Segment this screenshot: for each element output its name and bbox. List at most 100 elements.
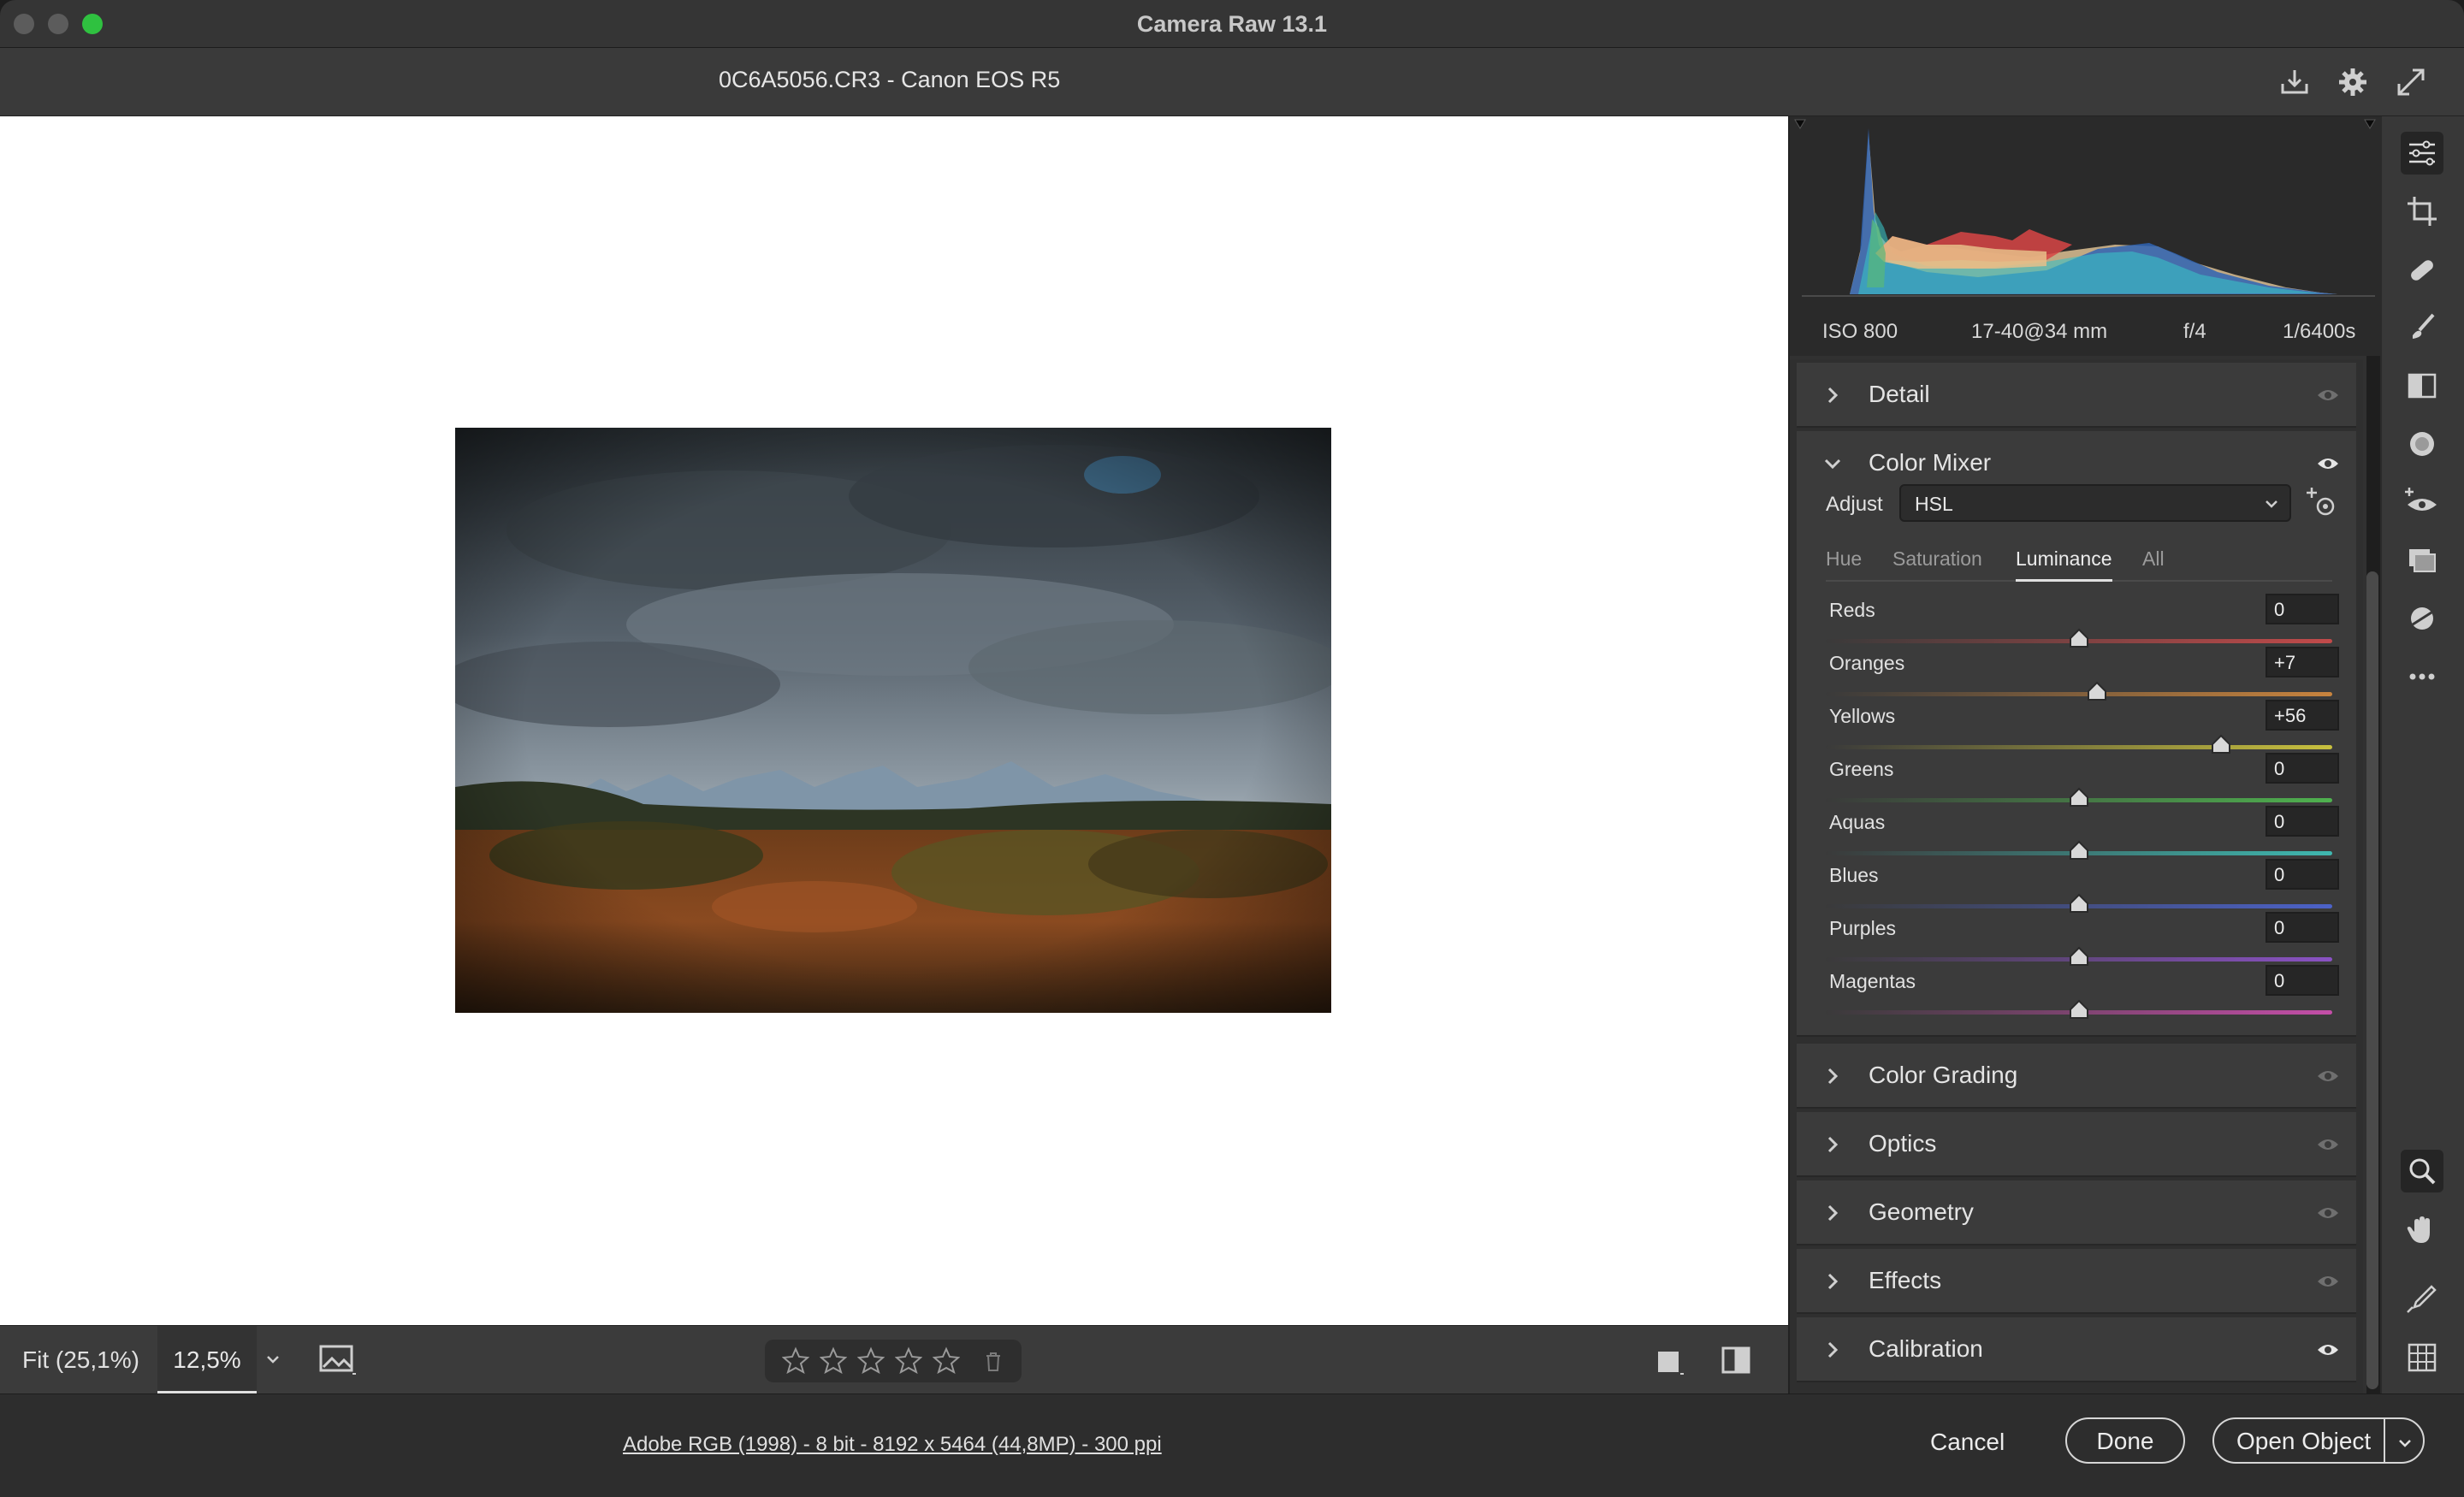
- color-grading-section-header[interactable]: Color Grading: [1797, 1044, 2356, 1109]
- color-mixer-section: Color Mixer Adjust HSL Hue Saturation Lu…: [1797, 431, 2356, 1037]
- done-button[interactable]: Done: [2065, 1417, 2185, 1464]
- chevron-right-icon: [1822, 385, 1843, 405]
- brush-icon[interactable]: [2401, 306, 2443, 349]
- slider-thumb[interactable]: [2068, 946, 2090, 967]
- tab-all[interactable]: All: [2142, 547, 2165, 571]
- slider-thumb[interactable]: [2068, 787, 2090, 808]
- star-icon[interactable]: [781, 1346, 810, 1375]
- photo-preview[interactable]: [455, 428, 1331, 1013]
- star-icon[interactable]: [932, 1346, 961, 1375]
- radial-filter-icon[interactable]: [2401, 423, 2443, 465]
- more-icon[interactable]: [2401, 655, 2443, 698]
- slider-value-field[interactable]: 0: [2266, 594, 2339, 624]
- detail-section-header[interactable]: Detail: [1797, 363, 2356, 428]
- slider-value-field[interactable]: +56: [2266, 700, 2339, 731]
- tab-luminance[interactable]: Luminance: [2016, 547, 2112, 582]
- eye-icon[interactable]: [2315, 1064, 2341, 1088]
- eye-icon[interactable]: [2315, 1133, 2341, 1157]
- slider-thumb[interactable]: [2086, 681, 2108, 701]
- slider-thumb[interactable]: [2210, 734, 2232, 754]
- aperture-value: f/4: [2183, 320, 2206, 343]
- slider-track[interactable]: [1826, 692, 2332, 696]
- window-title: Camera Raw 13.1: [1136, 11, 1328, 37]
- slider-thumb[interactable]: [2068, 893, 2090, 914]
- slider-value-field[interactable]: +7: [2266, 647, 2339, 677]
- slider-value-field[interactable]: 0: [2266, 965, 2339, 996]
- eye-icon[interactable]: [2315, 383, 2341, 407]
- slider-thumb[interactable]: [2068, 628, 2090, 648]
- tab-saturation[interactable]: Saturation: [1892, 547, 1982, 571]
- slider-label: Reds: [1829, 599, 1875, 621]
- slider-label: Blues: [1829, 864, 1879, 886]
- zoom-dropdown-icon[interactable]: [260, 1346, 286, 1372]
- eye-icon[interactable]: [2315, 452, 2341, 476]
- footer-bar: Adobe RGB (1998) - 8 bit - 8192 x 5464 (…: [0, 1393, 2464, 1497]
- fullscreen-icon[interactable]: [2392, 63, 2430, 101]
- star-icon[interactable]: [856, 1346, 886, 1375]
- hand-icon[interactable]: [2401, 1208, 2443, 1251]
- section-label: Calibration: [1869, 1335, 1983, 1362]
- slider-value-field[interactable]: 0: [2266, 859, 2339, 890]
- slider-label: Yellows: [1829, 705, 1896, 727]
- eye-icon[interactable]: [2315, 1201, 2341, 1225]
- canvas-toolbar: Fit (25,1%) 12,5%: [0, 1325, 1788, 1394]
- chevron-right-icon: [1822, 1340, 1843, 1360]
- slider-value-field[interactable]: 0: [2266, 912, 2339, 943]
- eye-icon[interactable]: [2315, 1338, 2341, 1362]
- panel-list: Detail Color Mixer Adjust HSL Hue Satura…: [1790, 359, 2363, 1393]
- healing-icon[interactable]: [2401, 248, 2443, 291]
- presets-icon[interactable]: [2401, 597, 2443, 640]
- adjust-select-value: HSL: [1915, 493, 1953, 515]
- panel-scrollbar[interactable]: [2366, 571, 2378, 1389]
- effects-section-header[interactable]: Effects: [1797, 1249, 2356, 1314]
- crop-icon[interactable]: [2401, 190, 2443, 233]
- slider-value-field[interactable]: 0: [2266, 753, 2339, 784]
- button-divider: [2384, 1419, 2385, 1462]
- open-object-label: Open Object: [2236, 1428, 2372, 1454]
- cancel-button[interactable]: Cancel: [1930, 1429, 2005, 1456]
- exif-info: ISO 800 17-40@34 mm f/4 1/6400s: [1790, 311, 2384, 356]
- slider-label: Magentas: [1829, 970, 1916, 992]
- slider-purples: Purples 0: [1822, 912, 2339, 970]
- preview-toggle-icon[interactable]: [318, 1343, 358, 1377]
- red-eye-icon[interactable]: [2401, 481, 2443, 524]
- workflow-options-link[interactable]: Adobe RGB (1998) - 8 bit - 8192 x 5464 (…: [623, 1433, 1162, 1457]
- trash-icon[interactable]: [980, 1348, 1006, 1374]
- save-icon[interactable]: [2276, 63, 2313, 101]
- snapshots-icon[interactable]: [2401, 539, 2443, 582]
- gear-icon[interactable]: [2334, 63, 2372, 101]
- calibration-section-header[interactable]: Calibration: [1797, 1317, 2356, 1382]
- open-object-button[interactable]: Open Object: [2212, 1417, 2425, 1464]
- star-icon[interactable]: [819, 1346, 848, 1375]
- eye-icon[interactable]: [2315, 1269, 2341, 1293]
- slider-thumb[interactable]: [2068, 840, 2090, 861]
- tab-hue[interactable]: Hue: [1826, 547, 1862, 571]
- iso-value: ISO 800: [1822, 320, 1898, 343]
- slider-value-field[interactable]: 0: [2266, 806, 2339, 837]
- zoom-icon[interactable]: [2401, 1150, 2443, 1192]
- grid-icon[interactable]: [2401, 1336, 2443, 1379]
- chevron-right-icon: [1822, 1134, 1843, 1155]
- graduated-filter-icon[interactable]: [2401, 364, 2443, 407]
- chevron-right-icon: [1822, 1271, 1843, 1292]
- slider-track[interactable]: [1826, 745, 2332, 749]
- targeted-adjustment-icon[interactable]: [2303, 484, 2339, 520]
- geometry-section-header[interactable]: Geometry: [1797, 1180, 2356, 1246]
- zoom-level-button[interactable]: 12,5%: [157, 1326, 257, 1394]
- slider-reds: Reds 0: [1822, 594, 2339, 652]
- before-after-icon[interactable]: [1720, 1343, 1754, 1377]
- sampler-icon[interactable]: [2401, 1278, 2443, 1321]
- adjust-select[interactable]: HSL: [1899, 484, 2291, 522]
- chevron-down-icon[interactable]: [2396, 1431, 2414, 1450]
- slider-greens: Greens 0: [1822, 753, 2339, 811]
- edit-sliders-icon[interactable]: [2401, 132, 2443, 175]
- optics-section-header[interactable]: Optics: [1797, 1112, 2356, 1177]
- fit-zoom-button[interactable]: Fit (25,1%): [22, 1346, 139, 1374]
- chevron-right-icon: [1822, 1066, 1843, 1086]
- single-view-icon[interactable]: [1655, 1345, 1687, 1377]
- section-label: Geometry: [1869, 1198, 1974, 1225]
- image-canvas[interactable]: [0, 116, 1788, 1325]
- slider-thumb[interactable]: [2068, 999, 2090, 1020]
- star-icon[interactable]: [894, 1346, 923, 1375]
- slider-oranges: Oranges +7: [1822, 647, 2339, 705]
